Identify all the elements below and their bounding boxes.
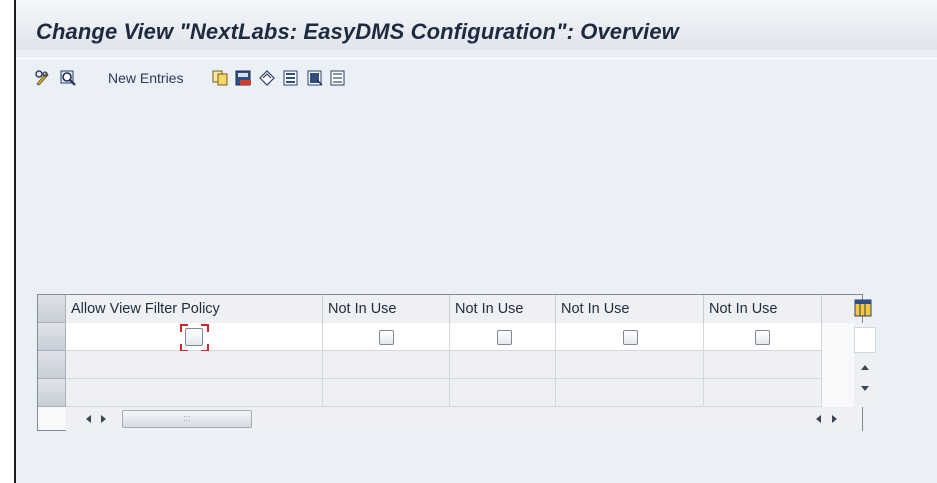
table-control: Allow View Filter Policy Not In Use Not … — [37, 294, 876, 431]
table-cell — [66, 351, 323, 379]
column-header-not-in-use-2[interactable]: Not In Use — [450, 295, 556, 323]
row-selector[interactable] — [38, 379, 66, 407]
cell-not-in-use-1 — [323, 323, 450, 351]
new-entries-button[interactable]: New Entries — [108, 70, 183, 86]
details-icon[interactable] — [59, 69, 77, 87]
title-bar: Change View "NextLabs: EasyDMS Configura… — [16, 0, 937, 50]
select-block-icon[interactable] — [306, 69, 324, 87]
scroll-columns-left-icon[interactable] — [814, 414, 822, 424]
sap-window: Change View "NextLabs: EasyDMS Configura… — [14, 0, 937, 483]
column-header-not-in-use-4[interactable]: Not In Use — [704, 295, 822, 323]
table-cell — [323, 379, 450, 407]
column-header-not-in-use-1[interactable]: Not In Use — [323, 295, 450, 323]
table-cell — [556, 351, 704, 379]
row-selector[interactable] — [38, 351, 66, 379]
copy-icon[interactable] — [211, 69, 229, 87]
table-settings-icon[interactable] — [854, 299, 872, 317]
cell-allow-view-filter-policy — [66, 323, 323, 352]
vertical-scroll-track[interactable] — [854, 327, 876, 353]
display-change-icon[interactable] — [34, 69, 52, 87]
cell-not-in-use-3 — [556, 323, 704, 351]
select-all-icon[interactable] — [282, 69, 300, 87]
undo-icon[interactable] — [258, 69, 276, 87]
scroll-left-icon[interactable] — [84, 414, 92, 424]
table-cell — [704, 379, 822, 407]
not-in-use-4-checkbox[interactable] — [755, 330, 770, 345]
table-cell — [450, 351, 556, 379]
column-header-allow-view-filter-policy[interactable]: Allow View Filter Policy — [66, 295, 323, 323]
table-header: Allow View Filter Policy Not In Use Not … — [38, 295, 872, 324]
table-cell — [450, 379, 556, 407]
vertical-scrollbar[interactable] — [854, 323, 876, 407]
column-header-not-in-use-3[interactable]: Not In Use — [556, 295, 704, 323]
focus-corner — [180, 324, 188, 332]
horizontal-scroll-thumb[interactable]: ::: — [122, 410, 252, 428]
not-in-use-1-checkbox[interactable] — [379, 330, 394, 345]
table-cell — [323, 351, 450, 379]
horizontal-scrollbar[interactable]: ::: — [66, 407, 862, 431]
scroll-down-icon[interactable] — [860, 385, 870, 393]
table-cell — [704, 351, 822, 379]
select-all-rows-button[interactable] — [38, 295, 66, 323]
scroll-up-icon[interactable] — [860, 363, 870, 371]
table-cell — [66, 379, 323, 407]
table-filler — [822, 323, 854, 407]
delete-icon[interactable] — [234, 69, 252, 87]
scroll-right-icon[interactable] — [100, 414, 108, 424]
application-toolbar: New Entries — [16, 58, 937, 95]
deselect-all-icon[interactable] — [329, 69, 347, 87]
page-title: Change View "NextLabs: EasyDMS Configura… — [36, 19, 679, 44]
cell-not-in-use-2 — [450, 323, 556, 351]
table-cell — [556, 379, 704, 407]
scroll-columns-right-icon[interactable] — [831, 414, 839, 424]
cell-not-in-use-4 — [704, 323, 822, 351]
row-selector[interactable] — [38, 323, 66, 351]
not-in-use-2-checkbox[interactable] — [497, 330, 512, 345]
focus-corner — [201, 324, 209, 332]
not-in-use-3-checkbox[interactable] — [623, 330, 638, 345]
